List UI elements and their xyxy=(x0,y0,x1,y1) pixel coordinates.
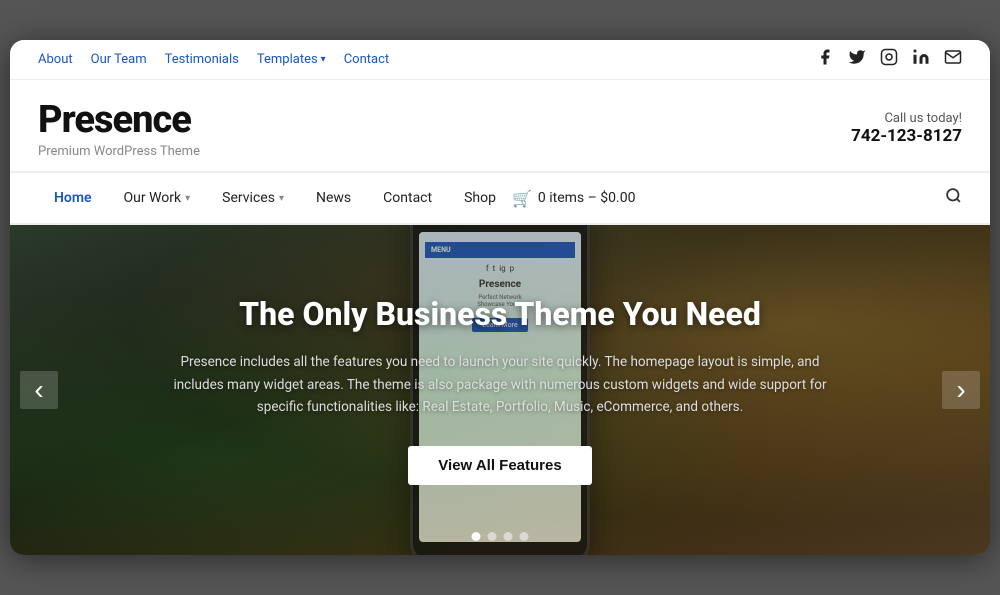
brand-name: Presence xyxy=(38,98,200,142)
social-icons-group xyxy=(816,48,962,71)
nav-home[interactable]: Home xyxy=(38,176,108,220)
hero-title: The Only Business Theme You Need xyxy=(160,295,840,333)
nav-ourwork[interactable]: Our Work ▾ xyxy=(108,176,207,220)
carousel-dot-4[interactable] xyxy=(520,532,529,541)
instagram-icon[interactable] xyxy=(880,48,898,71)
facebook-icon[interactable] xyxy=(816,48,834,71)
main-nav: Home Our Work ▾ Services ▾ News Contact … xyxy=(10,171,990,225)
twitter-icon[interactable] xyxy=(848,48,866,71)
email-icon[interactable] xyxy=(944,48,962,71)
carousel-dot-2[interactable] xyxy=(488,532,497,541)
nav-contact[interactable]: Contact xyxy=(367,176,448,220)
top-nav-contact[interactable]: Contact xyxy=(344,52,389,67)
nav-shop[interactable]: Shop xyxy=(448,176,512,220)
hero-section: MENU f t ig p Presence Perfect NetworkSh… xyxy=(10,225,990,555)
nav-news[interactable]: News xyxy=(300,176,367,220)
call-number: 742-123-8127 xyxy=(851,126,962,146)
carousel-prev-button[interactable]: ‹ xyxy=(20,371,58,409)
top-nav-ourteam[interactable]: Our Team xyxy=(91,52,147,67)
services-chevron-icon: ▾ xyxy=(279,193,284,204)
linkedin-icon[interactable] xyxy=(912,48,930,71)
hero-description: Presence includes all the features you n… xyxy=(160,351,840,418)
brand-tagline: Premium WordPress Theme xyxy=(38,144,200,159)
phone-menu-bar: MENU xyxy=(425,242,575,258)
nav-services[interactable]: Services ▾ xyxy=(206,176,300,220)
top-nav-templates[interactable]: Templates ▾ xyxy=(257,52,326,67)
hero-overlay: The Only Business Theme You Need Presenc… xyxy=(100,295,900,485)
cart-area[interactable]: 🛒 0 items – $0.00 xyxy=(512,189,635,208)
top-nav-about[interactable]: About xyxy=(38,52,73,67)
templates-chevron-icon: ▾ xyxy=(321,54,326,65)
carousel-next-button[interactable]: › xyxy=(942,371,980,409)
phone-social-row: f t ig p xyxy=(486,264,514,273)
carousel-dots xyxy=(472,532,529,541)
ourwork-chevron-icon: ▾ xyxy=(185,193,190,204)
view-all-features-button[interactable]: View All Features xyxy=(408,446,591,485)
carousel-dot-3[interactable] xyxy=(504,532,513,541)
top-bar: About Our Team Testimonials Templates ▾ … xyxy=(10,40,990,80)
cart-icon: 🛒 xyxy=(512,189,532,208)
top-nav: About Our Team Testimonials Templates ▾ … xyxy=(38,52,389,67)
main-nav-links: Home Our Work ▾ Services ▾ News Contact … xyxy=(38,176,635,220)
carousel-dot-1[interactable] xyxy=(472,532,481,541)
call-label: Call us today! xyxy=(851,111,962,126)
brand-left: Presence Premium WordPress Theme xyxy=(38,98,200,159)
search-icon[interactable] xyxy=(935,173,962,223)
brand-header: Presence Premium WordPress Theme Call us… xyxy=(10,80,990,171)
phone-logo: Presence xyxy=(479,279,521,290)
top-nav-testimonials[interactable]: Testimonials xyxy=(165,52,239,67)
browser-frame: About Our Team Testimonials Templates ▾ … xyxy=(10,40,990,555)
cart-text: 0 items – $0.00 xyxy=(538,190,636,206)
brand-right: Call us today! 742-123-8127 xyxy=(851,111,962,146)
